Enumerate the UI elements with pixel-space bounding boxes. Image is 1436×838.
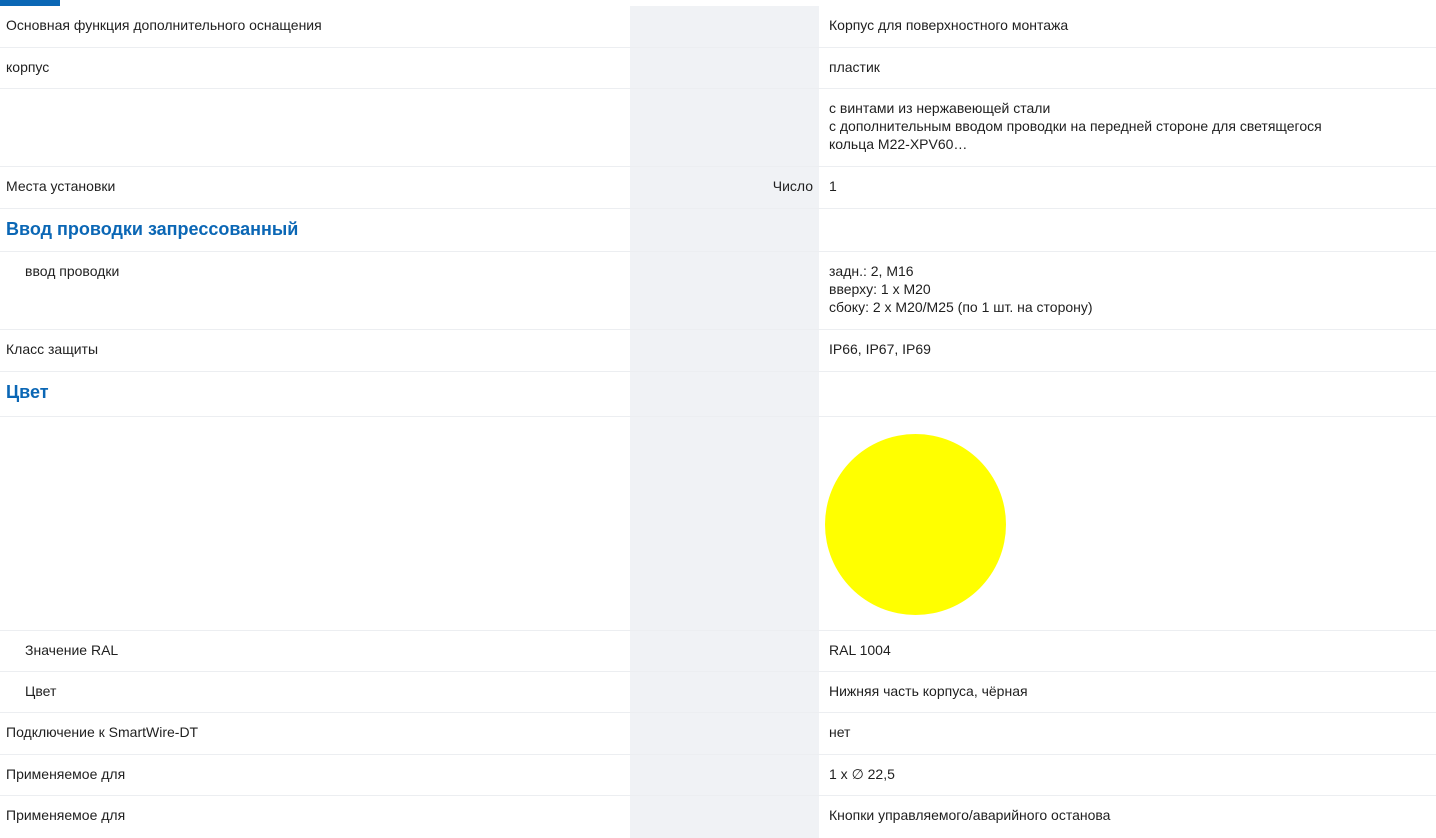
spec-row-ral: Значение RAL RAL 1004 xyxy=(0,631,1436,672)
spec-unit-cell xyxy=(630,330,819,371)
spec-unit: Число xyxy=(630,167,819,208)
spec-label xyxy=(0,417,630,630)
spec-value: Кнопки управляемого/аварийного останова xyxy=(829,807,1111,823)
spec-unit-cell xyxy=(630,631,819,671)
spec-unit-cell xyxy=(630,252,819,329)
section-title-color: Цвет xyxy=(6,382,49,402)
spec-label: Места установки xyxy=(6,178,116,194)
section-title-cable-entry: Ввод проводки запрессованный xyxy=(6,219,299,239)
spec-value: с винтами из нержавеющей стали с дополни… xyxy=(819,89,1436,166)
spec-row-applicable-for-2: Применяемое для Кнопки управляемого/авар… xyxy=(0,796,1436,838)
spec-value: Корпус для поверхностного монтажа xyxy=(829,17,1069,33)
spec-value-line: задн.: 2, M16 xyxy=(829,263,914,279)
spec-value-line: с дополнительным вводом проводки на пере… xyxy=(829,118,1322,134)
section-row-color: Цвет xyxy=(0,372,1436,417)
spec-row-smartwire: Подключение к SmartWire-DT нет xyxy=(0,713,1436,755)
spec-value: нет xyxy=(829,724,851,740)
spec-value: Нижняя часть корпуса, чёрная xyxy=(829,683,1028,699)
spec-label: Основная функция дополнительного оснащен… xyxy=(6,17,322,33)
spec-value xyxy=(819,417,1436,630)
spec-value xyxy=(819,209,1436,251)
spec-label: корпус xyxy=(6,59,50,75)
spec-value-line: кольца M22-XPV60… xyxy=(829,136,968,152)
spec-label: Применяемое для xyxy=(6,766,126,782)
spec-label: Подключение к SmartWire-DT xyxy=(6,724,199,740)
spec-unit-cell xyxy=(630,89,819,166)
spec-row-color-detail: Цвет Нижняя часть корпуса, чёрная xyxy=(0,672,1436,713)
spec-row-cable-entry: ввод проводки задн.: 2, M16 вверху: 1 x … xyxy=(0,252,1436,330)
spec-value: IP66, IP67, IP69 xyxy=(829,341,931,357)
spec-value: 1 xyxy=(829,178,837,194)
spec-value: 1 x ∅ 22,5 xyxy=(829,766,895,782)
spec-label: Значение RAL xyxy=(25,642,119,658)
spec-value xyxy=(819,372,1436,416)
spec-unit-cell xyxy=(630,796,819,838)
spec-row-color-swatch xyxy=(0,417,1436,631)
spec-value-line: сбоку: 2 x M20/M25 (по 1 шт. на сторону) xyxy=(829,299,1093,315)
spec-unit-cell xyxy=(630,713,819,754)
spec-value-line: вверху: 1 x M20 xyxy=(829,281,931,297)
spec-unit-cell xyxy=(630,755,819,795)
spec-row-main-function: Основная функция дополнительного оснащен… xyxy=(0,6,1436,48)
spec-label: Класс защиты xyxy=(6,341,99,357)
spec-unit-cell xyxy=(630,372,819,416)
spec-row-applicable-for: Применяемое для 1 x ∅ 22,5 xyxy=(0,755,1436,796)
spec-label: Применяемое для xyxy=(6,807,126,823)
section-row-cable-entry: Ввод проводки запрессованный xyxy=(0,209,1436,252)
spec-unit-cell xyxy=(630,672,819,712)
spec-row-mounting-places: Места установки Число 1 xyxy=(0,167,1436,209)
spec-label xyxy=(0,89,630,166)
spec-unit-cell xyxy=(630,417,819,630)
spec-value: пластик xyxy=(829,59,880,75)
spec-label: ввод проводки xyxy=(25,263,120,279)
spec-unit-cell xyxy=(630,48,819,88)
spec-row-housing-details: с винтами из нержавеющей стали с дополни… xyxy=(0,89,1436,167)
spec-row-protection-class: Класс защиты IP66, IP67, IP69 xyxy=(0,330,1436,372)
spec-row-housing: корпус пластик xyxy=(0,48,1436,89)
spec-unit-cell xyxy=(630,6,819,47)
spec-value: задн.: 2, M16 вверху: 1 x M20 сбоку: 2 x… xyxy=(819,252,1436,329)
spec-value-line: с винтами из нержавеющей стали xyxy=(829,100,1051,116)
color-swatch xyxy=(825,434,1006,615)
spec-unit-cell xyxy=(630,209,819,251)
spec-value: RAL 1004 xyxy=(829,642,891,658)
spec-table: Основная функция дополнительного оснащен… xyxy=(0,6,1436,838)
spec-label: Цвет xyxy=(25,683,57,699)
